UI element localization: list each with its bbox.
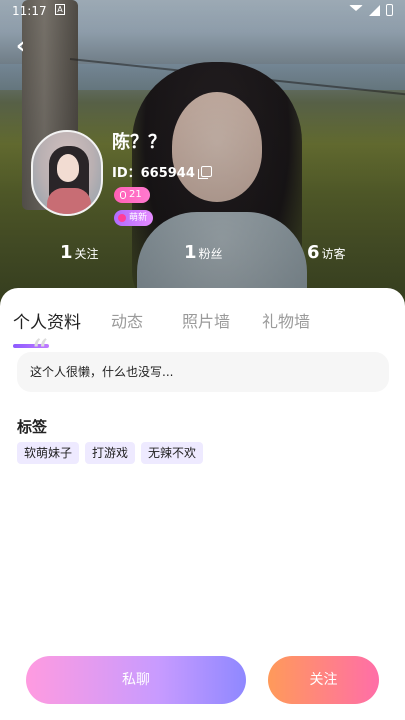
private-chat-button[interactable]: 私聊 <box>26 656 246 704</box>
status-time: 11:17 <box>12 4 47 18</box>
tag-item: 无辣不欢 <box>141 442 204 464</box>
stat-followers-value: 1 <box>184 242 197 263</box>
tag-list: 软萌妹子 打游戏 无辣不欢 <box>17 442 204 464</box>
mood-badge: 萌新 <box>114 210 154 226</box>
tag-item: 软萌妹子 <box>17 442 80 464</box>
notification-indicator-icon: A <box>55 4 65 15</box>
profile-id-row: ID：665944 <box>112 162 212 181</box>
stat-followers[interactable]: 1 粉丝 <box>184 242 223 263</box>
stat-following-label: 关注 <box>74 247 99 261</box>
stat-following-value: 1 <box>60 242 73 263</box>
mic-icon <box>120 191 126 199</box>
battery-icon <box>386 4 393 16</box>
quote-icon: “ <box>31 332 49 372</box>
mood-dot-icon <box>118 214 126 222</box>
bio-box: 这个人很懒，什么也没写... <box>17 352 389 392</box>
stat-visitors-label: 访客 <box>321 247 346 261</box>
stat-followers-label: 粉丝 <box>198 247 223 261</box>
profile-tabs: 个人资料 动态 照片墙 礼物墙 <box>0 308 405 348</box>
stat-visitors[interactable]: 6 访客 <box>307 242 346 263</box>
back-button[interactable]: ‹ <box>16 36 38 58</box>
tab-moments[interactable]: 动态 <box>111 308 143 332</box>
avatar[interactable] <box>31 130 103 216</box>
level-badge-value: 21 <box>129 189 142 200</box>
copy-icon[interactable] <box>197 166 212 179</box>
signal-icon <box>369 4 380 16</box>
profile-name: 陈？？ <box>112 132 166 153</box>
tag-item: 打游戏 <box>85 442 136 464</box>
wifi-icon <box>349 5 363 15</box>
profile-id: ID：665944 <box>112 166 195 181</box>
chevron-left-icon: ‹ <box>16 34 26 59</box>
level-badge: 21 <box>114 187 150 203</box>
stat-visitors-value: 6 <box>307 242 320 263</box>
follow-button[interactable]: 关注 <box>268 656 379 704</box>
stat-following[interactable]: 1 关注 <box>60 242 99 263</box>
mood-badge-label: 萌新 <box>129 213 148 223</box>
tab-profile-info[interactable]: 个人资料 <box>13 308 81 333</box>
profile-stats: 1 关注 1 粉丝 6 访客 <box>0 242 405 266</box>
tab-gift-wall[interactable]: 礼物墙 <box>262 308 310 332</box>
tags-section-title: 标签 <box>17 418 48 436</box>
status-bar: 11:17 A <box>0 0 405 24</box>
tab-photo-wall[interactable]: 照片墙 <box>182 308 230 332</box>
